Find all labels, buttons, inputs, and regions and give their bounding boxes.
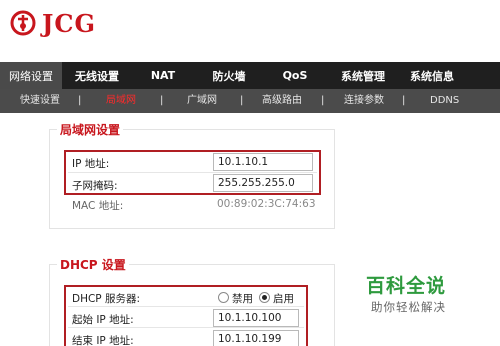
main-nav-wireless[interactable]: 无线设置 bbox=[62, 62, 132, 89]
mac-address-label: MAC 地址: bbox=[72, 200, 124, 212]
mac-address-value: 00:89:02:3C:74:63 bbox=[217, 198, 316, 210]
dhcp-settings-title: DHCP 设置 bbox=[57, 256, 129, 273]
row-divider bbox=[68, 172, 317, 173]
ip-address-input[interactable]: 10.1.10.1 bbox=[213, 153, 313, 171]
sub-nav-advanced-routing[interactable]: 高级路由 bbox=[262, 89, 302, 113]
main-nav-system-admin[interactable]: 系统管理 bbox=[326, 62, 400, 89]
start-ip-label: 起始 IP 地址: bbox=[72, 314, 134, 326]
end-ip-input[interactable]: 10.1.10.199 bbox=[213, 330, 299, 346]
sub-nav-separator: | bbox=[240, 95, 244, 106]
watermark-title: 百科全说 bbox=[366, 275, 447, 297]
dhcp-enable-label: 启用 bbox=[273, 293, 294, 305]
dhcp-enable-radio[interactable] bbox=[259, 292, 270, 303]
sub-nav-separator: | bbox=[160, 95, 164, 106]
sub-nav-wan[interactable]: 广域网 bbox=[187, 89, 217, 113]
sub-nav-separator: | bbox=[78, 95, 82, 106]
main-nav-nat[interactable]: NAT bbox=[132, 62, 194, 89]
lan-settings-title: 局域网设置 bbox=[57, 121, 124, 138]
sub-nav-separator: | bbox=[321, 95, 325, 106]
brand-logo: JCG bbox=[10, 6, 96, 40]
main-nav-system-info[interactable]: 系统信息 bbox=[400, 62, 464, 89]
watermark-subtitle: 助你轻松解决 bbox=[371, 300, 446, 314]
row-divider bbox=[68, 306, 304, 307]
dhcp-disable-label: 禁用 bbox=[232, 293, 253, 305]
end-ip-label: 结束 IP 地址: bbox=[72, 335, 134, 346]
sub-nav-separator: | bbox=[402, 95, 406, 106]
ip-address-label: IP 地址: bbox=[72, 158, 110, 170]
jcg-logo-icon bbox=[10, 10, 36, 36]
main-nav: 网络设置 无线设置 NAT 防火墙 QoS 系统管理 系统信息 bbox=[0, 62, 500, 89]
dhcp-server-label: DHCP 服务器: bbox=[72, 293, 141, 305]
sub-nav: 快速设置 | 局域网 | 广域网 | 高级路由 | 连接参数 | DDNS bbox=[0, 89, 500, 113]
main-nav-qos[interactable]: QoS bbox=[264, 62, 326, 89]
main-nav-network[interactable]: 网络设置 bbox=[0, 62, 62, 89]
dhcp-disable-radio[interactable] bbox=[218, 292, 229, 303]
sub-nav-quick-setup[interactable]: 快速设置 bbox=[20, 89, 60, 113]
subnet-mask-input[interactable]: 255.255.255.0 bbox=[213, 174, 313, 192]
brand-name: JCG bbox=[42, 8, 96, 38]
main-nav-firewall[interactable]: 防火墙 bbox=[194, 62, 264, 89]
sub-nav-ddns[interactable]: DDNS bbox=[430, 89, 459, 113]
subnet-mask-label: 子网掩码: bbox=[72, 180, 118, 192]
sub-nav-lan[interactable]: 局域网 bbox=[106, 89, 136, 113]
sub-nav-connection-params[interactable]: 连接参数 bbox=[344, 89, 384, 113]
row-divider bbox=[68, 327, 304, 328]
start-ip-input[interactable]: 10.1.10.100 bbox=[213, 309, 299, 327]
